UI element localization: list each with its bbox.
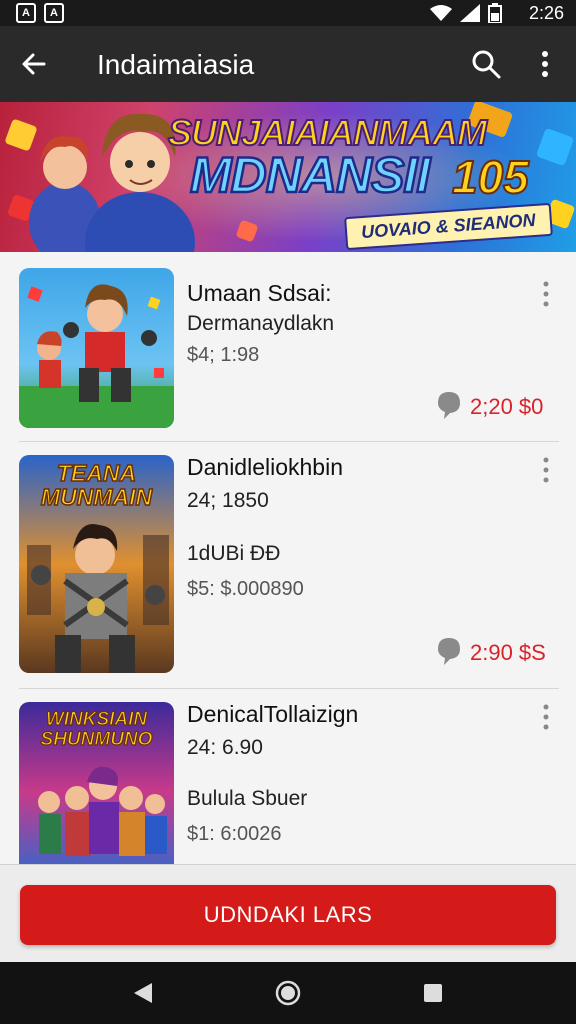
signal-icon [460, 4, 480, 22]
game-thumbnail[interactable]: WINKSIAIN SHUNMUNO [19, 702, 174, 864]
chat-icon[interactable] [436, 390, 462, 420]
system-icons [430, 3, 502, 23]
notification-icon: A [44, 3, 64, 23]
system-nav-bar [0, 962, 576, 1024]
item-more-icon[interactable] [536, 456, 556, 484]
page-title: Indaimaiasia [97, 49, 255, 80]
list-item[interactable]: TEANA MUNMAIN Danidlelіokhbin 24; 1850 1… [0, 442, 576, 689]
primary-action-button[interactable]: UDNDAKI LARS [20, 885, 556, 945]
bottom-action-area: UDNDAKI LARS [0, 864, 576, 962]
battery-icon [488, 3, 502, 23]
game-list: Umaan Sdsai: Dermanaydlakn $4; 1:98 2;20… [0, 252, 576, 864]
notification-icon: A [16, 3, 36, 23]
status-bar: A A 2:26 [0, 0, 576, 26]
item-subtitle: 24; 1850 [187, 489, 269, 512]
item-subtitle: Dermanaydlakn [187, 312, 335, 335]
game-thumbnail[interactable]: TEANA MUNMAIN [19, 455, 174, 673]
thumbnail-title: TEANA MUNMAIN [40, 460, 153, 510]
item-name: Umaan Sdsai: [187, 280, 332, 306]
app-bar: Indaimaiasia [0, 26, 576, 102]
more-vert-icon[interactable] [530, 48, 560, 80]
nav-home-icon[interactable] [275, 980, 301, 1006]
item-detail: Bulula Sbuer [187, 787, 308, 810]
clock: 2:26 [528, 3, 564, 23]
banner-number: 105 [451, 150, 530, 204]
back-arrow-icon[interactable] [18, 48, 50, 80]
item-subtitle: 24: 6.90 [187, 736, 263, 759]
item-detail: 1dUBi ÐÐ [187, 542, 281, 565]
item-amount: 2:90 $S [470, 640, 546, 665]
item-name: Danidlelіokhbin [187, 454, 343, 480]
item-amount: 2;20 $0 [470, 394, 544, 419]
item-name: DenicalTollaizign [187, 701, 359, 727]
nav-back-icon[interactable] [130, 980, 156, 1006]
nav-recents-icon[interactable] [420, 980, 446, 1006]
list-item[interactable]: WINKSIAIN SHUNMUNO DenicalTollaizign 24:… [0, 689, 576, 864]
item-price: $5: $.000890 [187, 578, 304, 600]
item-price: $4; 1:98 [187, 344, 260, 366]
item-more-icon[interactable] [536, 280, 556, 308]
banner-decoration [535, 127, 575, 167]
banner-title-line2: MDNANSII [189, 146, 432, 205]
chat-icon[interactable] [436, 636, 462, 666]
game-thumbnail[interactable] [19, 268, 174, 428]
wifi-icon [430, 5, 452, 21]
thumbnail-title: WINKSIAIN SHUNMUNO [40, 709, 153, 750]
item-price: $1: 6:0026 [187, 823, 282, 845]
promo-banner[interactable]: SUNJAIAIANMAAM MDNANSII 105 UOVAIO & SIE… [0, 102, 576, 252]
search-icon[interactable] [470, 48, 502, 80]
item-more-icon[interactable] [536, 703, 556, 731]
